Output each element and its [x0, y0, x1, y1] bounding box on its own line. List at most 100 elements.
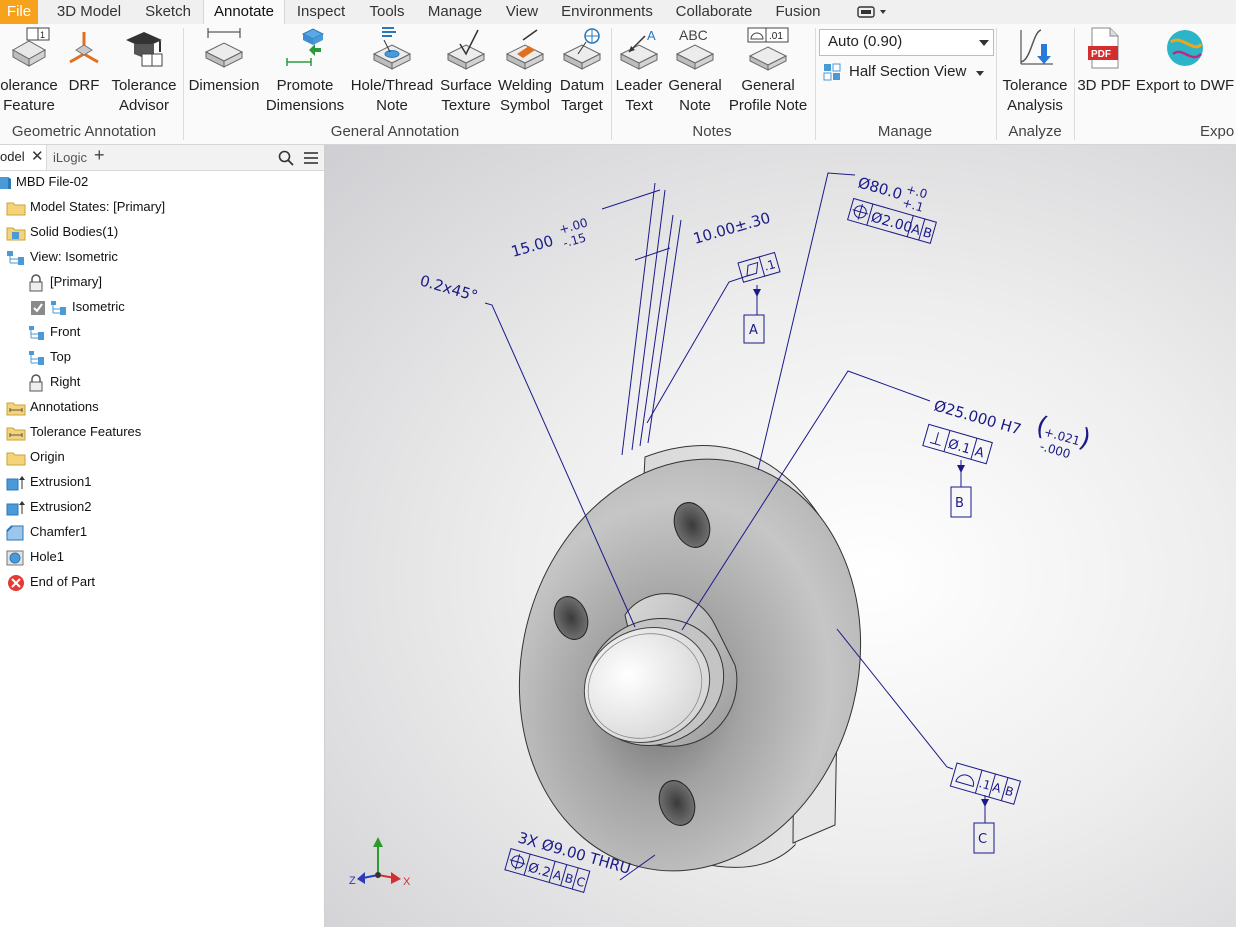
- annotation-scale-value: Auto (0.90): [828, 33, 903, 50]
- promote-dimensions-button[interactable]: Promote Dimensions: [264, 24, 346, 114]
- menu-tab-environments[interactable]: Environments: [556, 0, 658, 24]
- leader-text-icon: A: [619, 28, 659, 70]
- view-tree-icon: [29, 325, 44, 340]
- tab-ilogic[interactable]: iLogic: [53, 150, 87, 165]
- tolerance-analysis-button[interactable]: Tolerance Analysis: [999, 24, 1071, 114]
- panel-title-export: Expo: [1200, 123, 1235, 140]
- tree-node-view-isometric-child[interactable]: Isometric: [30, 295, 125, 319]
- menu-icon[interactable]: [303, 151, 319, 165]
- leader-text-button[interactable]: A Leader Text: [614, 24, 664, 114]
- datum-c[interactable]: C: [973, 795, 995, 854]
- add-tab-icon[interactable]: +: [94, 145, 105, 166]
- panel-title-general: General Annotation: [330, 123, 460, 140]
- checkbox-icon[interactable]: [30, 300, 46, 316]
- tab-model[interactable]: odel ✕: [0, 145, 47, 170]
- tree-node-view-isometric[interactable]: View: Isometric: [6, 245, 118, 269]
- ribbon-separator: [996, 28, 997, 140]
- drf-button[interactable]: DRF: [62, 24, 106, 94]
- chevron-down-icon: [976, 71, 984, 76]
- tree-node-origin[interactable]: Origin: [6, 445, 65, 469]
- hole-thread-note-icon: [372, 27, 412, 70]
- menu-tab-file[interactable]: File: [0, 0, 38, 24]
- profile-note-icon: .01: [747, 27, 789, 71]
- tolerance-feature-icon: 1: [11, 27, 50, 67]
- menu-tab-annotate[interactable]: Annotate: [203, 0, 285, 24]
- profile-icon: [955, 774, 975, 787]
- view-tree-icon: [29, 350, 44, 365]
- chamfer-note[interactable]: 0.2x45°: [418, 272, 480, 306]
- menu-tab-sketch[interactable]: Sketch: [138, 0, 198, 24]
- view-tree-icon: [7, 250, 24, 265]
- general-profile-note-button[interactable]: .01 General Profile Note: [726, 24, 810, 114]
- ribbon: 1 olerance Feature DRF Tolerance Advisor G…: [0, 24, 1236, 145]
- folder-icon: [6, 202, 26, 216]
- datum-reference-frame-icon: [69, 32, 99, 64]
- diameter-25-annotation[interactable]: Ø25.000 H7 ( +.021 -.000 ) Ø.1 A: [922, 382, 1094, 489]
- svg-text:15.00: 15.00: [509, 232, 555, 261]
- export-3d-pdf-button[interactable]: PDF 3D PDF: [1077, 24, 1131, 94]
- folder-icon: [6, 452, 26, 466]
- dwf-globe-icon: [1167, 30, 1203, 66]
- menu-tab-collaborate[interactable]: Collaborate: [670, 0, 758, 24]
- datum-b[interactable]: B: [950, 460, 972, 518]
- tree-node-view-primary[interactable]: [Primary]: [26, 270, 102, 294]
- tree-node-model-states[interactable]: Model States: [Primary]: [6, 195, 165, 219]
- export-to-dwf-button[interactable]: Export to DWF: [1133, 24, 1236, 94]
- flatness-fcf[interactable]: .1: [737, 251, 781, 283]
- end-of-part-icon: [8, 574, 24, 591]
- menu-tab-manage[interactable]: Manage: [422, 0, 488, 24]
- svg-text:Ø25.000 H7: Ø25.000 H7: [932, 397, 1023, 439]
- tree-node-view-top[interactable]: Top: [28, 345, 71, 369]
- svg-text:X: X: [403, 876, 411, 888]
- half-section-view-button[interactable]: Half Section View: [822, 60, 992, 84]
- svg-text:Ø80.0: Ø80.0: [856, 174, 904, 204]
- diameter-80-annotation[interactable]: Ø80.0 +.0 +.1 Ø2.00 A B: [847, 169, 945, 245]
- tree-node-hole1[interactable]: Hole1: [6, 545, 64, 569]
- menu-bar: File 3D Model Sketch Annotate Inspect To…: [0, 0, 1236, 24]
- surface-texture-button[interactable]: Surface Texture: [438, 24, 494, 114]
- annotation-scale-dropdown[interactable]: Auto (0.90): [819, 29, 994, 56]
- tree-node-extrusion1[interactable]: Extrusion1: [6, 470, 91, 494]
- svg-text:A: A: [973, 445, 986, 462]
- general-note-button[interactable]: ABC General Note: [666, 24, 724, 114]
- dimension-button[interactable]: Dimension: [186, 24, 262, 94]
- datum-target-button[interactable]: Datum Target: [556, 24, 608, 114]
- tree-node-annotations[interactable]: Annotations: [6, 395, 99, 419]
- ribbon-display-dropdown[interactable]: [852, 0, 892, 24]
- tree-node-solid-bodies[interactable]: Solid Bodies(1): [6, 220, 118, 244]
- dimension-10[interactable]: 10.00±.30: [691, 209, 772, 248]
- tolerance-features-folder-icon: [6, 427, 26, 441]
- chevron-down-icon: [979, 40, 989, 46]
- menu-tab-tools[interactable]: Tools: [362, 0, 412, 24]
- tree-node-chamfer1[interactable]: Chamfer1: [6, 520, 87, 544]
- tolerance-feature-button[interactable]: 1 olerance Feature: [0, 24, 64, 114]
- svg-text:PDF: PDF: [1091, 49, 1111, 60]
- menu-tab-3d-model[interactable]: 3D Model: [48, 0, 130, 24]
- ribbon-separator: [815, 28, 816, 140]
- close-icon[interactable]: ✕: [31, 147, 44, 165]
- section-view-icon: [823, 63, 841, 81]
- chamfer-icon: [6, 524, 24, 541]
- tolerance-analysis-icon: [1020, 29, 1053, 65]
- tolerance-advisor-button[interactable]: Tolerance Advisor: [108, 24, 180, 114]
- panel-title-geometric: Geometric Annotation: [11, 123, 157, 140]
- menu-tab-view[interactable]: View: [500, 0, 544, 24]
- hole-thread-note-button[interactable]: Hole/Thread Note: [348, 24, 436, 114]
- datum-a[interactable]: A: [743, 285, 765, 344]
- tree-node-view-front[interactable]: Front: [28, 320, 80, 344]
- tree-node-end-of-part[interactable]: End of Part: [6, 570, 95, 594]
- tree-node-view-right[interactable]: Right: [26, 370, 80, 394]
- tree-node-extrusion2[interactable]: Extrusion2: [6, 495, 91, 519]
- tree-node-tolerance-features[interactable]: Tolerance Features: [6, 420, 141, 444]
- menu-tab-fusion[interactable]: Fusion: [770, 0, 826, 24]
- search-icon[interactable]: [278, 150, 294, 166]
- flatness-icon: [746, 261, 759, 277]
- graphics-viewport[interactable]: 15.00 +.00 -.15 10.00±.30 0.2x45° Ø80.0 …: [325, 145, 1236, 927]
- tree-node-part-root[interactable]: MBD File-02: [0, 170, 88, 194]
- lock-icon: [29, 273, 43, 292]
- view-triad[interactable]: X Z: [349, 837, 411, 888]
- dimension-15[interactable]: 15.00 +.00 -.15: [507, 215, 593, 264]
- welding-symbol-button[interactable]: Welding Symbol: [496, 24, 554, 114]
- menu-tab-inspect[interactable]: Inspect: [290, 0, 352, 24]
- svg-text:A: A: [749, 323, 758, 338]
